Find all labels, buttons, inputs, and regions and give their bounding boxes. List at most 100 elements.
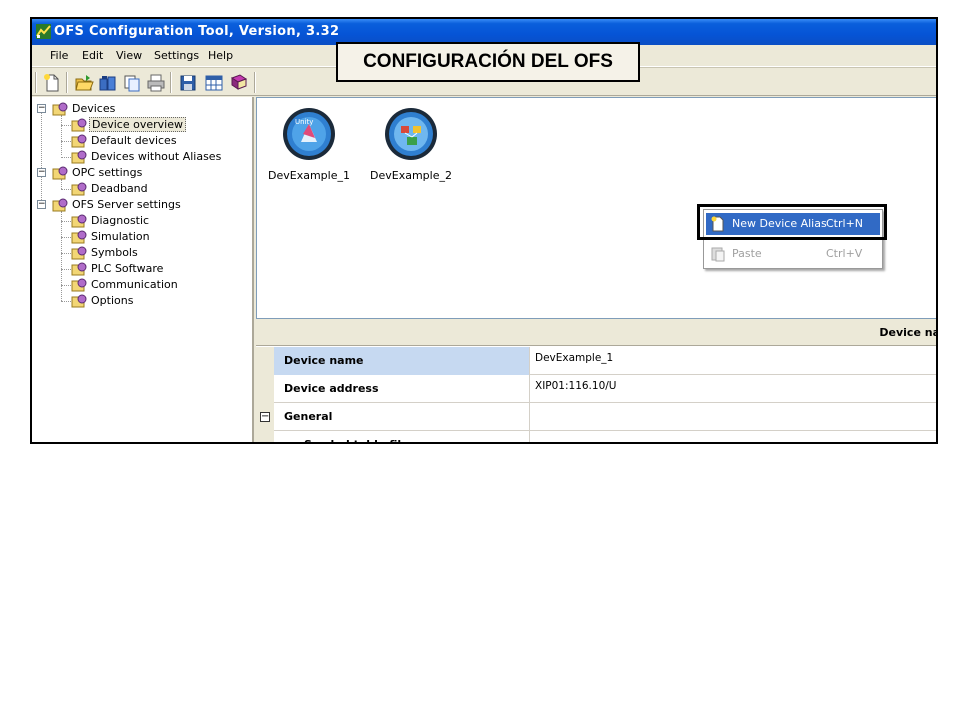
- device-label: DevExample_1: [268, 169, 350, 182]
- tree-item-label: OFS Server settings: [72, 198, 181, 211]
- tree-guide-line: [61, 285, 71, 286]
- menu-item-shortcut: Ctrl+V: [826, 247, 863, 260]
- menu-item-paste[interactable]: Paste Ctrl+V: [706, 243, 880, 265]
- collapse-group-icon[interactable]: −: [260, 412, 270, 422]
- toolbar-separator: [170, 72, 172, 93]
- tree-guide-line: [61, 253, 71, 254]
- tree-item-label: Default devices: [91, 134, 177, 147]
- device-label: DevExample_2: [370, 169, 452, 182]
- property-value[interactable]: [531, 431, 535, 442]
- device-dev-example-1[interactable]: Unity DevExample_1: [264, 106, 354, 182]
- row-gutter: [256, 431, 274, 442]
- property-row[interactable]: Device address XIP01:116.10/U: [256, 375, 936, 403]
- tree-item-deadband[interactable]: Deadband: [71, 181, 150, 197]
- tree-guide-line: [61, 211, 62, 301]
- menu-item-new-device-alias[interactable]: New Device Alias Ctrl+N: [706, 213, 880, 235]
- tree-item-label: Deadband: [91, 182, 148, 195]
- toolbar-separator: [254, 72, 256, 93]
- unity-device-icon: Unity: [283, 108, 335, 160]
- tree-guide-line: [61, 125, 71, 126]
- menu-separator: [708, 238, 878, 239]
- menu-edit[interactable]: Edit: [76, 45, 109, 67]
- tree-item-label: PLC Software: [91, 262, 164, 275]
- folder-gear-icon: [71, 134, 87, 148]
- properties-header: Device na: [256, 320, 936, 346]
- tree-item-label: Diagnostic: [91, 214, 150, 227]
- new-icon[interactable]: [42, 73, 62, 93]
- tree-item-label: Communication: [91, 278, 178, 291]
- app-icon: [36, 24, 51, 39]
- menu-item-label: New Device Alias: [732, 217, 827, 230]
- folder-gear-icon: [71, 262, 87, 276]
- folder-gear-icon: [52, 102, 68, 116]
- folder-gear-icon: [71, 182, 87, 196]
- tree-guide-line: [61, 269, 71, 270]
- network-device-icon: [385, 108, 437, 160]
- print-icon[interactable]: [146, 73, 166, 93]
- folder-gear-icon: [52, 198, 68, 212]
- menu-item-shortcut: Ctrl+N: [826, 217, 864, 230]
- folder-gear-icon: [71, 214, 87, 228]
- tree-item-default-devices[interactable]: Default devices: [71, 133, 179, 149]
- property-row[interactable]: Device name DevExample_1: [256, 347, 936, 375]
- property-name: Symbol table file: [274, 431, 530, 442]
- tree-guide-line: [61, 189, 71, 190]
- property-value[interactable]: XIP01:116.10/U: [531, 375, 616, 403]
- tree-guide-line: [61, 115, 62, 155]
- tree-item-opc-settings[interactable]: OPC settings: [52, 165, 144, 181]
- menu-help[interactable]: Help: [202, 45, 239, 67]
- property-group-name: General: [274, 403, 530, 431]
- table-icon[interactable]: [204, 73, 224, 93]
- tree-item-communication[interactable]: Communication: [71, 277, 180, 293]
- tree-item-symbols[interactable]: Symbols: [71, 245, 140, 261]
- devices-icon[interactable]: [98, 73, 118, 93]
- collapse-opc-settings-icon[interactable]: −: [37, 168, 46, 177]
- menu-file[interactable]: File: [44, 45, 74, 67]
- property-name: Device name: [274, 347, 530, 375]
- unity-badge: Unity: [295, 118, 313, 126]
- open-icon[interactable]: [74, 73, 94, 93]
- device-dev-example-2[interactable]: DevExample_2: [366, 106, 456, 182]
- copy-icon[interactable]: [122, 73, 142, 93]
- slide-caption: CONFIGURACIÓN DEL OFS: [336, 42, 640, 82]
- folder-gear-icon: [52, 166, 68, 180]
- tree-guide-line: [61, 301, 71, 302]
- tree-item-ofs-server-settings[interactable]: OFS Server settings: [52, 197, 183, 213]
- tree-item-label: OPC settings: [72, 166, 143, 179]
- property-row[interactable]: Symbol table file: [256, 431, 936, 442]
- tree-item-simulation[interactable]: Simulation: [71, 229, 152, 245]
- folder-gear-icon: [71, 118, 87, 132]
- tree-item-label: Devices: [72, 102, 116, 115]
- tree-item-device-overview[interactable]: Device overview: [71, 117, 186, 133]
- collapse-devices-icon[interactable]: −: [37, 104, 46, 113]
- folder-gear-icon: [71, 278, 87, 292]
- tree-item-label: Device overview: [89, 117, 186, 132]
- property-value[interactable]: DevExample_1: [531, 347, 613, 375]
- folder-gear-icon: [71, 230, 87, 244]
- tree-guide-line: [41, 108, 42, 204]
- property-group-row[interactable]: − General: [256, 403, 936, 431]
- new-icon: [711, 216, 724, 232]
- tree-item-devices-without-aliases[interactable]: Devices without Aliases: [71, 149, 223, 165]
- collapse-ofs-server-settings-icon[interactable]: −: [37, 200, 46, 209]
- property-value: [531, 403, 535, 431]
- folder-gear-icon: [71, 294, 87, 308]
- property-name: Device address: [274, 375, 530, 403]
- tree-item-label: Devices without Aliases: [91, 150, 222, 163]
- paste-icon: [711, 247, 725, 262]
- tree-item-plc-software[interactable]: PLC Software: [71, 261, 165, 277]
- folder-gear-icon: [71, 246, 87, 260]
- row-gutter: −: [256, 403, 274, 431]
- navigation-tree: − Devices Device overview Default device…: [32, 97, 254, 442]
- save-icon[interactable]: [178, 73, 198, 93]
- book-icon[interactable]: [228, 73, 248, 93]
- tree-item-options[interactable]: Options: [71, 293, 135, 309]
- window-title: OFS Configuration Tool, Version, 3.32: [54, 24, 340, 39]
- device-overview-panel: Unity DevExample_1 DevExample_2 New Devi…: [256, 97, 936, 319]
- menu-view[interactable]: View: [110, 45, 148, 67]
- tree-item-diagnostic[interactable]: Diagnostic: [71, 213, 151, 229]
- menu-settings[interactable]: Settings: [148, 45, 205, 67]
- folder-gear-icon: [71, 150, 87, 164]
- tree-item-label: Simulation: [91, 230, 150, 243]
- tree-item-devices[interactable]: Devices: [52, 101, 117, 117]
